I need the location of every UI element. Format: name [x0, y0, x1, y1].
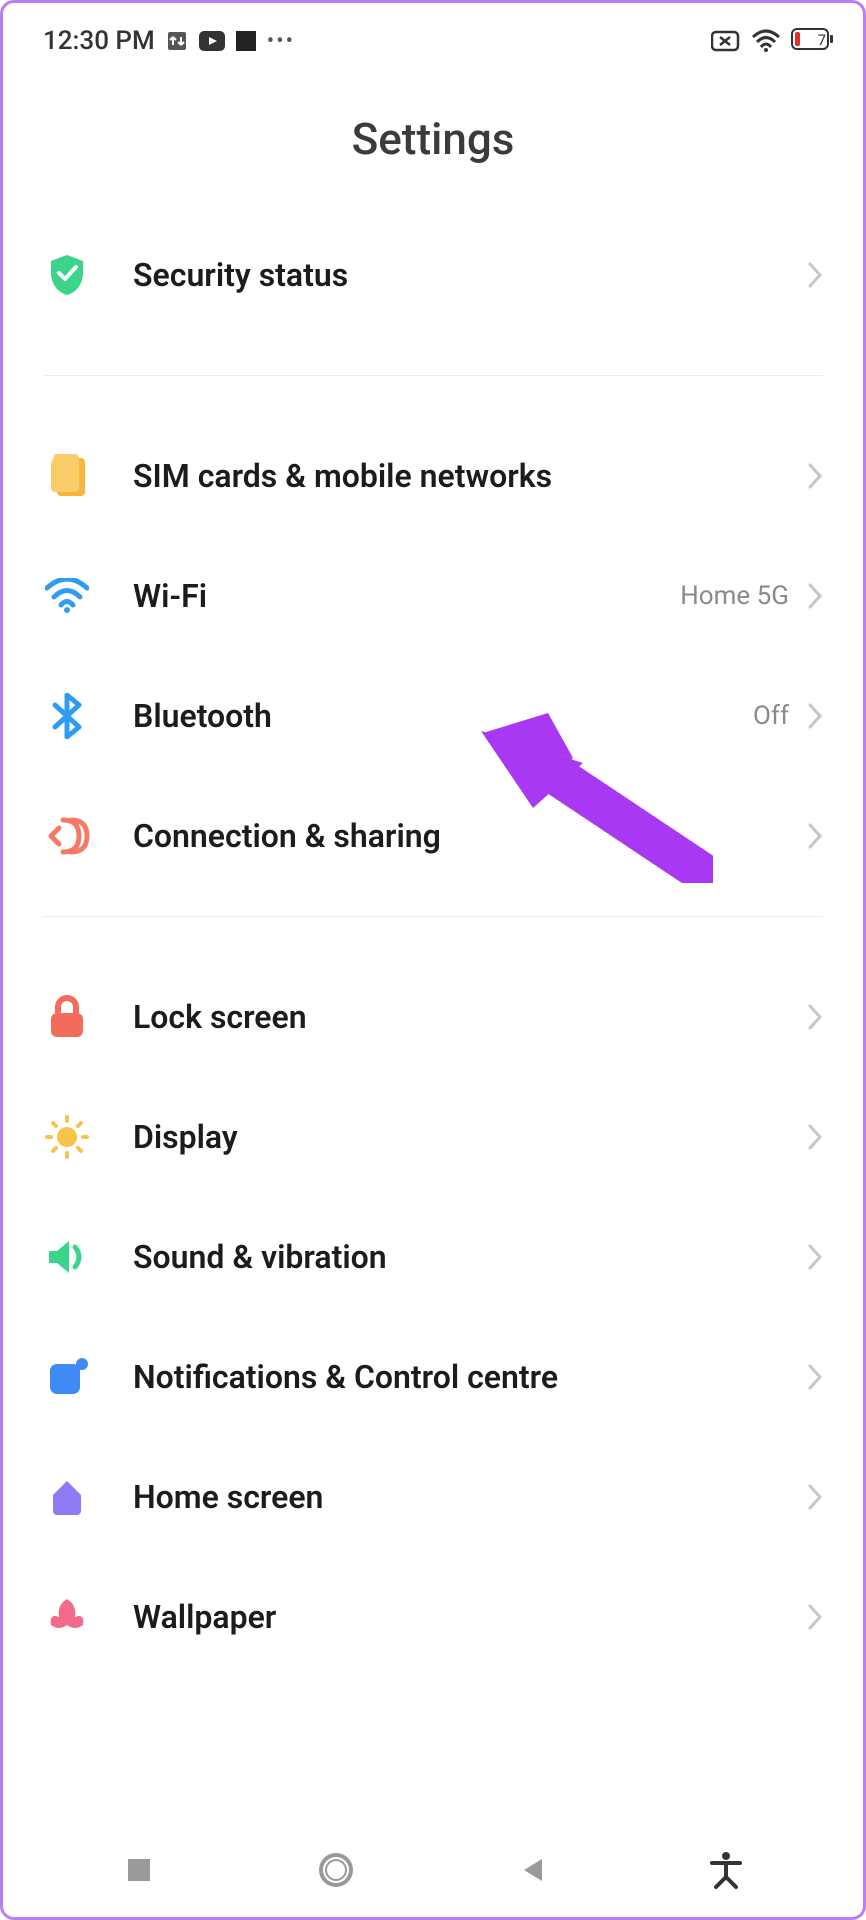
nav-home-button[interactable] — [316, 1850, 356, 1894]
wifi-status-icon — [751, 29, 781, 53]
settings-item-wallpaper[interactable]: Wallpaper — [3, 1557, 863, 1677]
wifi-icon — [43, 572, 91, 620]
settings-item-display[interactable]: Display — [3, 1077, 863, 1197]
chevron-right-icon — [807, 822, 823, 850]
sim-icon — [43, 452, 91, 500]
settings-item-label: Wallpaper — [133, 1598, 807, 1636]
nav-back-button[interactable] — [518, 1855, 548, 1889]
flower-icon — [43, 1593, 91, 1641]
battery-icon: 7 — [791, 27, 833, 55]
settings-item-label: Sound & vibration — [133, 1238, 807, 1276]
no-sim-icon — [711, 29, 741, 53]
settings-item-label: Notifications & Control centre — [133, 1358, 807, 1396]
battery-percent: 7 — [818, 31, 826, 49]
settings-item-label: Connection & sharing — [133, 817, 807, 855]
settings-item-label: Display — [133, 1118, 807, 1156]
transfer-icon — [165, 29, 189, 53]
settings-item-connection-sharing[interactable]: Connection & sharing — [3, 776, 863, 896]
settings-item-value: Home 5G — [680, 581, 789, 611]
home-icon — [43, 1473, 91, 1521]
shield-check-icon — [43, 251, 91, 299]
chevron-right-icon — [807, 1603, 823, 1631]
settings-item-sim-cards[interactable]: SIM cards & mobile networks — [3, 416, 863, 536]
status-bar-right: 7 — [711, 27, 833, 55]
settings-item-bluetooth[interactable]: Bluetooth Off — [3, 656, 863, 776]
youtube-icon — [199, 31, 225, 51]
lock-icon — [43, 993, 91, 1041]
chevron-right-icon — [807, 1243, 823, 1271]
bluetooth-icon — [43, 692, 91, 740]
chevron-right-icon — [807, 1003, 823, 1031]
square-icon — [235, 30, 257, 52]
settings-item-label: Lock screen — [133, 998, 807, 1036]
more-icon: ••• — [267, 29, 295, 54]
page-title: Settings — [3, 113, 863, 165]
speaker-icon — [43, 1233, 91, 1281]
chevron-right-icon — [807, 1483, 823, 1511]
settings-item-notifications[interactable]: Notifications & Control centre — [3, 1317, 863, 1437]
settings-item-label: Home screen — [133, 1478, 807, 1516]
share-icon — [43, 812, 91, 860]
divider — [43, 375, 823, 376]
settings-item-label: Security status — [133, 256, 807, 294]
settings-item-lock-screen[interactable]: Lock screen — [3, 957, 863, 1077]
divider — [43, 916, 823, 917]
nav-recent-button[interactable] — [124, 1855, 154, 1889]
settings-item-wifi[interactable]: Wi-Fi Home 5G — [3, 536, 863, 656]
status-bar: 12:30 PM ••• 7 — [3, 3, 863, 73]
notifications-icon — [43, 1353, 91, 1401]
nav-accessibility-button[interactable] — [710, 1851, 742, 1893]
settings-item-value: Off — [753, 701, 789, 731]
status-bar-left: 12:30 PM ••• — [43, 26, 295, 56]
status-icons-left: ••• — [165, 29, 295, 54]
status-time: 12:30 PM — [43, 26, 155, 56]
settings-item-home-screen[interactable]: Home screen — [3, 1437, 863, 1557]
navigation-bar — [3, 1827, 863, 1917]
settings-item-label: Wi-Fi — [133, 577, 680, 615]
settings-item-label: SIM cards & mobile networks — [133, 457, 807, 495]
chevron-right-icon — [807, 1123, 823, 1151]
settings-item-label: Bluetooth — [133, 697, 753, 735]
chevron-right-icon — [807, 261, 823, 289]
settings-item-sound-vibration[interactable]: Sound & vibration — [3, 1197, 863, 1317]
sun-icon — [43, 1113, 91, 1161]
chevron-right-icon — [807, 462, 823, 490]
chevron-right-icon — [807, 702, 823, 730]
chevron-right-icon — [807, 1363, 823, 1391]
settings-item-security-status[interactable]: Security status — [3, 195, 863, 355]
settings-list: Security status SIM cards & mobile netwo… — [3, 195, 863, 1677]
chevron-right-icon — [807, 582, 823, 610]
